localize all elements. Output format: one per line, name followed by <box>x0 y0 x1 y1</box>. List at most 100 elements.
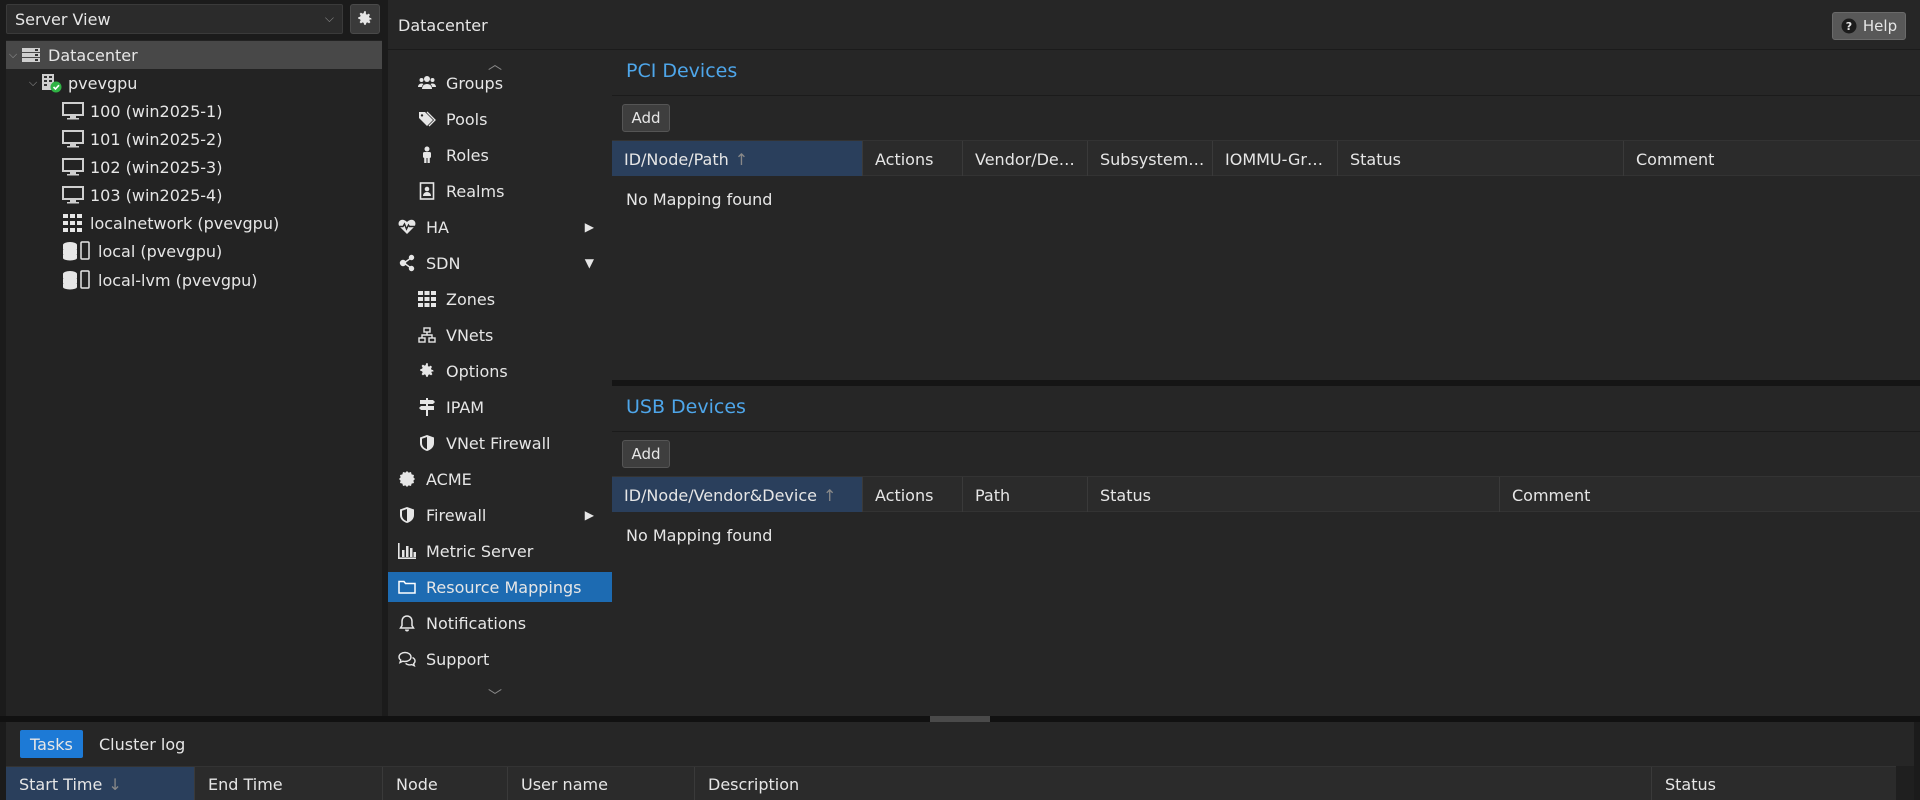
svg-text:?: ? <box>1846 20 1852 33</box>
shield-icon <box>418 434 436 452</box>
menu-item-vnets[interactable]: VNets <box>388 320 612 350</box>
column-header-iommu-group[interactable]: IOMMU-Gr… <box>1213 141 1338 177</box>
pci-panel-title: PCI Devices <box>626 60 738 82</box>
page-title: Datacenter <box>398 16 488 35</box>
column-header-subsystem[interactable]: Subsystem… <box>1088 141 1213 177</box>
menu-item-zones[interactable]: Zones <box>388 284 612 314</box>
column-header-start-time[interactable]: Start Time ↓ <box>6 767 195 800</box>
sdn-icon <box>398 254 416 272</box>
usb-toolbar: Add <box>612 432 1920 476</box>
sort-ascending-icon: ↑ <box>822 485 837 505</box>
help-button[interactable]: ? Help <box>1832 12 1906 40</box>
tree-item-node[interactable]: ⌵ pvevgpu <box>6 69 382 97</box>
content-header: Datacenter ? Help <box>388 0 1920 50</box>
menu-item-ipam[interactable]: IPAM <box>388 392 612 422</box>
view-selector[interactable]: Server View ⌵ <box>6 4 343 34</box>
pci-add-button[interactable]: Add <box>622 104 670 132</box>
chevron-down-icon: ⌵ <box>28 76 38 89</box>
column-header-id-node-vendor-device[interactable]: ID/Node/Vendor&Device ↑ <box>612 477 863 513</box>
tree-item-storage[interactable]: local-lvm (pvevgpu) <box>6 266 382 294</box>
menu-item-sdn[interactable]: SDN ▼ <box>388 248 612 278</box>
column-header-description[interactable]: Description <box>695 767 1652 800</box>
menu-item-roles[interactable]: Roles <box>388 140 612 170</box>
tab-tasks[interactable]: Tasks <box>20 730 83 758</box>
tree-item-vm[interactable]: 102 (win2025-3) <box>6 153 382 181</box>
sort-ascending-icon: ↑ <box>734 149 749 169</box>
menu-item-pools[interactable]: Pools <box>388 104 612 134</box>
male-icon <box>418 146 436 164</box>
menu-item-label: VNets <box>446 325 494 345</box>
column-header-path[interactable]: Path <box>963 477 1088 513</box>
tree-item-vm[interactable]: 100 (win2025-1) <box>6 97 382 125</box>
column-header-id-node-path[interactable]: ID/Node/Path ↑ <box>612 141 863 177</box>
tree-item-label: local (pvevgpu) <box>98 241 223 261</box>
network-grid-icon <box>62 214 84 232</box>
vm-icon <box>62 102 84 120</box>
pci-grid-body: No Mapping found <box>612 176 1920 380</box>
menu-item-groups[interactable]: Groups <box>388 68 612 98</box>
empty-grid-message: No Mapping found <box>626 190 773 209</box>
menu-item-label: Notifications <box>426 613 527 633</box>
column-header-vendor-device[interactable]: Vendor/De… <box>963 141 1088 177</box>
menu-item-label: Groups <box>446 73 504 93</box>
tab-cluster-log[interactable]: Cluster log <box>89 730 195 758</box>
users-icon <box>418 74 436 92</box>
tree-item-label: 101 (win2025-2) <box>90 129 223 149</box>
resource-tree: ⌵ Datacenter ⌵ pvevgpu 100 (win2025-1) 1… <box>6 40 382 716</box>
gear-icon <box>418 362 436 380</box>
column-header-status[interactable]: Status <box>1088 477 1500 513</box>
column-header-user-name[interactable]: User name <box>508 767 695 800</box>
help-label: Help <box>1862 17 1898 35</box>
menu-item-metric-server[interactable]: Metric Server <box>388 536 612 566</box>
scroll-down-icon[interactable]: ﹀ <box>488 686 502 706</box>
tree-item-datacenter[interactable]: ⌵ Datacenter <box>6 41 382 69</box>
column-header-end-time[interactable]: End Time <box>195 767 383 800</box>
expand-right-icon[interactable]: ▶ <box>585 220 594 234</box>
tasks-grid-header: Start Time ↓ End Time Node User name Desc… <box>6 766 1896 800</box>
menu-item-support[interactable]: Support <box>388 644 612 674</box>
column-header-comment[interactable]: Comment <box>1624 141 1920 177</box>
tree-settings-button[interactable] <box>350 4 380 34</box>
menu-item-realms[interactable]: Realms <box>388 176 612 206</box>
expand-down-icon[interactable]: ▼ <box>585 256 594 270</box>
menu-item-label: Pools <box>446 109 488 129</box>
storage-icon <box>62 241 92 261</box>
column-header-comment[interactable]: Comment <box>1500 477 1920 513</box>
menu-item-acme[interactable]: ACME <box>388 464 612 494</box>
tree-item-vm[interactable]: 101 (win2025-2) <box>6 125 382 153</box>
gear-icon <box>358 11 372 25</box>
column-header-actions[interactable]: Actions <box>863 477 963 513</box>
datacenter-icon <box>20 46 42 64</box>
menu-item-vnet-firewall[interactable]: VNet Firewall <box>388 428 612 458</box>
certificate-icon <box>398 470 416 488</box>
menu-item-label: IPAM <box>446 397 485 417</box>
menu-item-label: VNet Firewall <box>446 433 551 453</box>
column-header-actions[interactable]: Actions <box>863 141 963 177</box>
tree-item-storage[interactable]: local (pvevgpu) <box>6 237 382 265</box>
sort-descending-icon: ↓ <box>108 774 122 794</box>
tree-item-network[interactable]: localnetwork (pvevgpu) <box>6 209 382 237</box>
menu-item-label: HA <box>426 217 449 237</box>
datacenter-menu: ︿ Groups Pools Roles Realms HA ▶ SDN ▼ Z… <box>388 50 612 716</box>
view-selector-value: Server View <box>15 10 111 29</box>
tree-item-label: localnetwork (pvevgpu) <box>90 213 280 233</box>
column-header-node[interactable]: Node <box>383 767 508 800</box>
usb-grid-header: ID/Node/Vendor&Device ↑ Actions Path Stat… <box>612 476 1920 513</box>
node-icon <box>40 74 62 93</box>
expand-right-icon[interactable]: ▶ <box>585 508 594 522</box>
menu-item-firewall[interactable]: Firewall ▶ <box>388 500 612 530</box>
usb-add-button[interactable]: Add <box>622 440 670 468</box>
tree-item-label: 100 (win2025-1) <box>90 101 223 121</box>
shield-icon <box>398 506 416 524</box>
column-header-status[interactable]: Status <box>1652 767 1896 800</box>
tasks-scrollbar[interactable] <box>1896 766 1914 800</box>
tree-item-vm[interactable]: 103 (win2025-4) <box>6 181 382 209</box>
menu-item-resource-mappings[interactable]: Resource Mappings <box>388 572 612 602</box>
tree-item-label: Datacenter <box>48 45 138 65</box>
menu-item-ha[interactable]: HA ▶ <box>388 212 612 242</box>
column-header-status[interactable]: Status <box>1338 141 1624 177</box>
menu-item-options[interactable]: Options <box>388 356 612 386</box>
menu-item-notifications[interactable]: Notifications <box>388 608 612 638</box>
question-circle-icon: ? <box>1841 18 1857 34</box>
chevron-down-icon: ⌵ <box>8 48 18 61</box>
